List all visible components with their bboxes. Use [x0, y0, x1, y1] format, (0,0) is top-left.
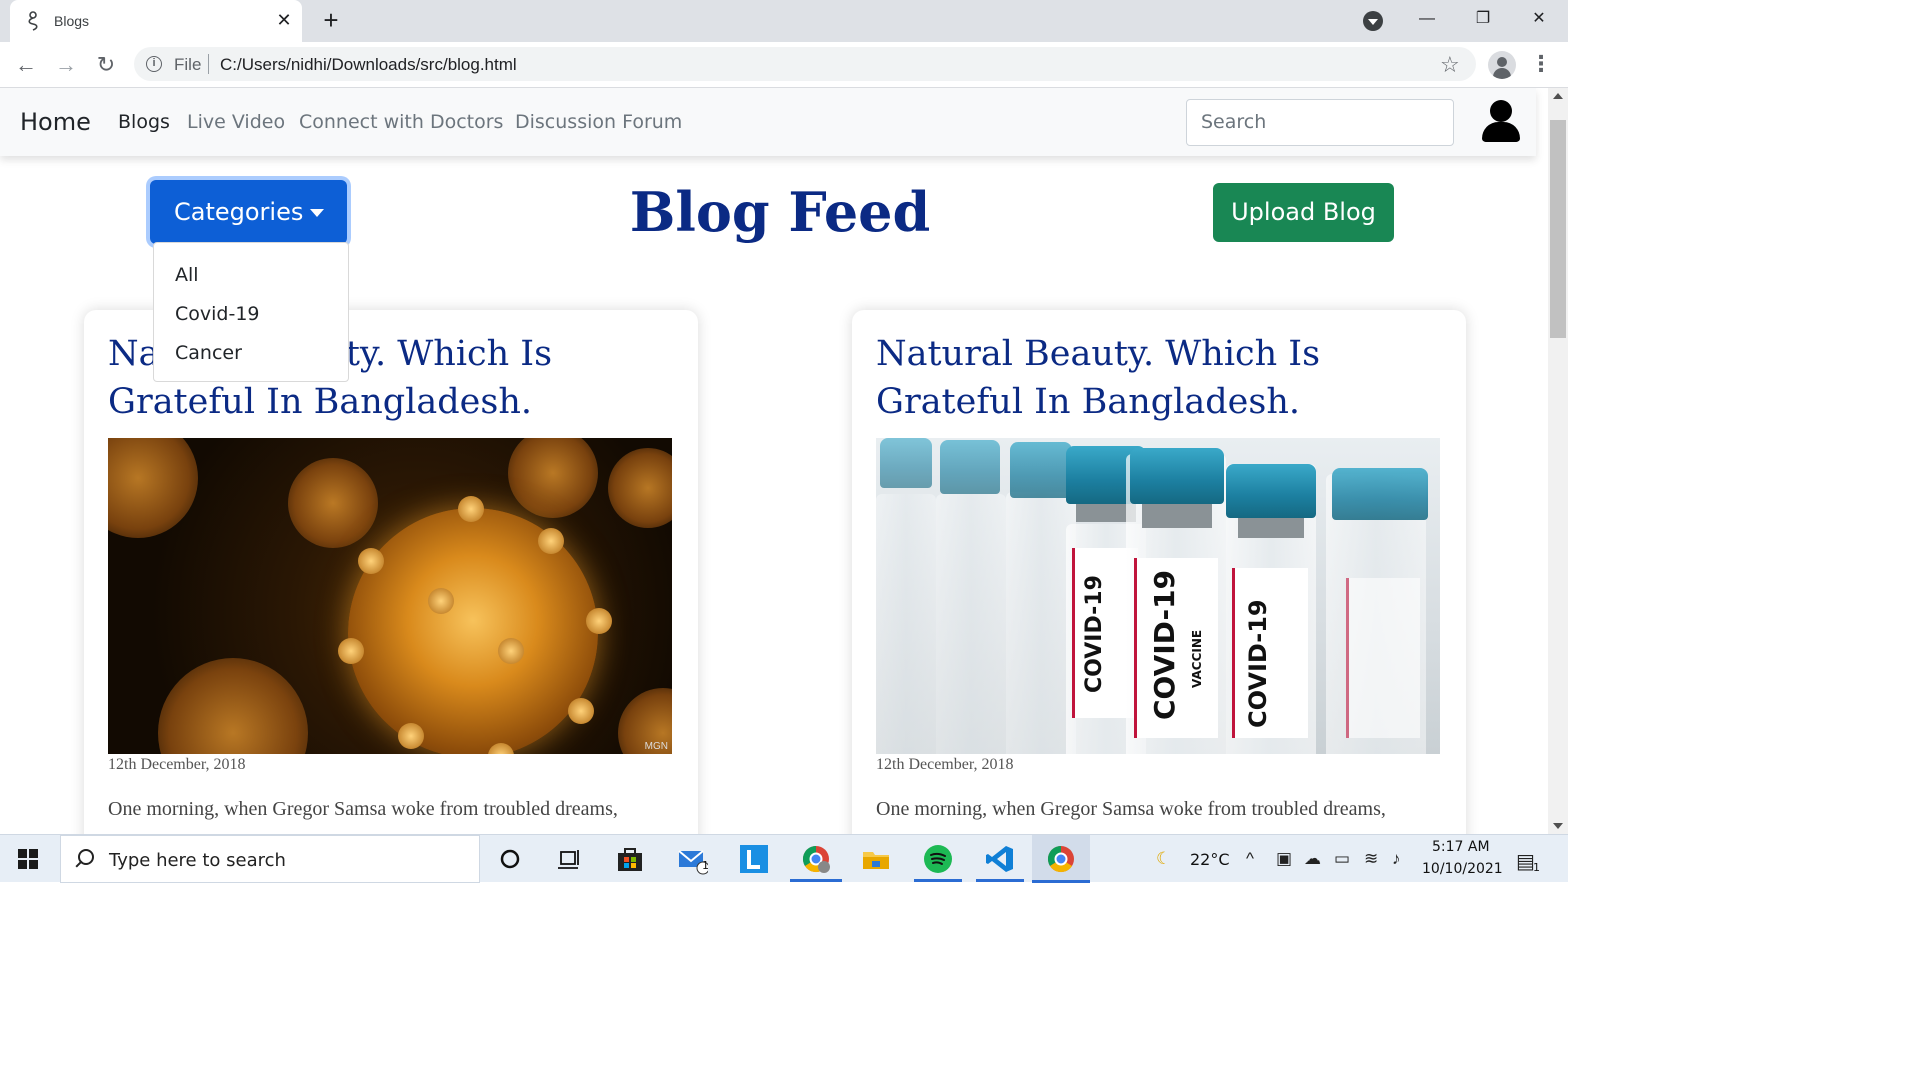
file-explorer-icon[interactable] [860, 843, 892, 875]
vial-label-text: COVID-19 [1082, 575, 1107, 693]
nav-link-discussion-forum[interactable]: Discussion Forum [515, 111, 682, 133]
taskbar-active-indicator [914, 879, 962, 882]
cortana-icon[interactable] [494, 843, 526, 875]
tab-search-icon[interactable] [1363, 11, 1383, 31]
notification-badge: 1 [1533, 861, 1540, 874]
caret-down-icon [310, 209, 324, 217]
wifi-icon[interactable]: ≋ [1364, 849, 1378, 869]
taskbar-active-indicator [976, 879, 1024, 882]
blog-card-excerpt: One morning, when Gregor Samsa woke from… [108, 798, 618, 820]
profile-avatar-icon[interactable] [1488, 51, 1516, 79]
site-navbar: Home Blogs Live Video Connect with Docto… [0, 88, 1536, 156]
vaccine-vials-image: COVID-19 COVID-19 VACCINE COVID-19 [876, 438, 1440, 754]
vial-label-text: COVID-19 [1148, 569, 1181, 720]
restore-button[interactable]: ❐ [1460, 6, 1506, 32]
blog-card[interactable]: Natural Beauty. Which Is Grateful In Ban… [84, 310, 698, 834]
reload-button[interactable]: ↻ [92, 51, 120, 79]
mail-badge: 1 [702, 859, 709, 872]
blog-card-date: 12th December, 2018 [876, 756, 1014, 773]
url-scheme-label: File [174, 55, 202, 74]
browser-menu-icon[interactable]: ⋮ [1530, 51, 1552, 79]
clock-date[interactable]: 10/10/2021 [1422, 861, 1503, 877]
chrome-taskbar-button[interactable] [1032, 835, 1090, 883]
weather-temperature[interactable]: 22°C [1190, 850, 1230, 869]
brand-home-link[interactable]: Home [20, 108, 91, 136]
tab-close-icon[interactable]: ✕ [274, 10, 294, 30]
address-separator [208, 54, 209, 74]
taskbar-active-indicator [1032, 880, 1090, 883]
minimize-button[interactable]: — [1404, 6, 1450, 32]
categories-dropdown-menu: All Covid-19 Cancer [153, 242, 349, 382]
volume-icon[interactable]: ♪ [1392, 849, 1401, 869]
vscode-icon[interactable] [984, 843, 1016, 875]
vial-sublabel-text: VACCINE [1190, 629, 1204, 688]
vial-label-text: COVID-19 [1244, 599, 1272, 728]
browser-tab-bar: Blogs ✕ + — ❐ ✕ [0, 0, 1568, 42]
scrollbar-thumb[interactable] [1550, 120, 1566, 338]
clock-time[interactable]: 5:17 AM [1432, 839, 1490, 855]
task-view-icon[interactable] [553, 843, 585, 875]
browser-toolbar: ← → ↻ i File C:/Users/nidhi/Downloads/sr… [0, 42, 1568, 88]
taskbar-search-placeholder: Type here to search [109, 850, 286, 871]
page-viewport: Home Blogs Live Video Connect with Docto… [0, 88, 1548, 834]
forward-button[interactable]: → [52, 51, 80, 79]
page-title: Blog Feed [629, 180, 931, 244]
battery-icon[interactable]: ▭ [1334, 849, 1350, 869]
weather-moon-icon[interactable]: ☾ [1156, 849, 1171, 869]
category-option-covid-19[interactable]: Covid-19 [175, 303, 260, 325]
site-search-input[interactable]: Search [1186, 99, 1454, 146]
blog-card[interactable]: Natural Beauty. Which Is Grateful In Ban… [852, 310, 1466, 834]
scroll-down-arrow-icon[interactable] [1553, 823, 1563, 829]
tab-title: Blogs [54, 13, 90, 29]
user-account-icon[interactable] [1480, 100, 1522, 144]
windows-start-icon[interactable] [18, 849, 38, 869]
chrome-profile-icon[interactable] [800, 843, 832, 875]
taskbar-search-box[interactable]: Type here to search [60, 835, 480, 883]
lync-app-icon[interactable] [738, 843, 770, 875]
chrome-icon [1047, 845, 1074, 873]
blog-card-date: 12th December, 2018 [108, 756, 246, 773]
search-icon [78, 849, 94, 865]
bookmark-star-icon[interactable]: ☆ [1440, 52, 1460, 78]
scroll-up-arrow-icon[interactable] [1553, 93, 1563, 99]
nav-link-live-video[interactable]: Live Video [187, 111, 285, 133]
categories-label: Categories [174, 198, 304, 226]
blog-card-title[interactable]: Natural Beauty. Which Is Grateful In Ban… [876, 330, 1436, 426]
page-favicon-icon [28, 11, 38, 31]
nav-link-blogs[interactable]: Blogs [118, 111, 170, 133]
categories-dropdown-button[interactable]: Categories [150, 180, 347, 244]
image-credit: MGN [644, 741, 668, 752]
onedrive-icon[interactable]: ☁ [1304, 849, 1321, 869]
microsoft-store-icon[interactable] [614, 843, 646, 875]
browser-tab[interactable]: Blogs ✕ [10, 0, 302, 42]
taskbar-active-indicator [790, 879, 842, 882]
address-bar[interactable]: i File C:/Users/nidhi/Downloads/src/blog… [134, 47, 1476, 81]
page-scrollbar[interactable] [1548, 88, 1568, 834]
blog-card-excerpt: One morning, when Gregor Samsa woke from… [876, 798, 1386, 820]
category-option-cancer[interactable]: Cancer [175, 342, 242, 364]
url-text[interactable]: C:/Users/nidhi/Downloads/src/blog.html [220, 55, 517, 75]
back-button[interactable]: ← [12, 51, 40, 79]
new-tab-button[interactable]: + [318, 7, 344, 34]
coronavirus-image: MGN [108, 438, 672, 754]
meet-now-icon[interactable]: ▣ [1276, 849, 1292, 869]
nav-link-connect-doctors[interactable]: Connect with Doctors [299, 111, 503, 133]
windows-taskbar: Type here to search 1 ☾ 22°C ^ ▣ ☁ ▭ ≋ ♪… [0, 834, 1568, 883]
upload-blog-button[interactable]: Upload Blog [1213, 183, 1394, 242]
close-window-button[interactable]: ✕ [1516, 6, 1562, 32]
spotify-icon[interactable] [922, 843, 954, 875]
chevron-up-icon[interactable]: ^ [1246, 849, 1254, 869]
category-option-all[interactable]: All [175, 264, 199, 286]
site-info-icon[interactable]: i [146, 56, 162, 72]
